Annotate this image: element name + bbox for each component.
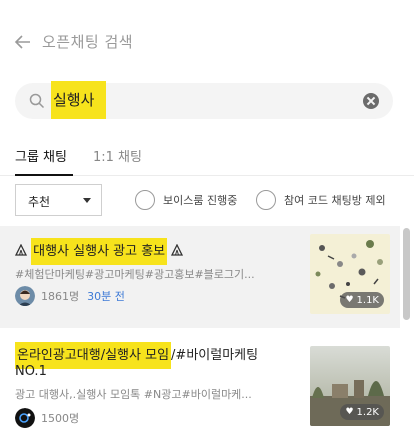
member-count: 1861명 — [41, 290, 80, 303]
tent-icon — [15, 244, 27, 256]
highlighted-name: 대행사 실행사 광고 홍보 — [31, 238, 168, 265]
tab-group-chat[interactable]: 그룹 채팅 — [15, 146, 67, 165]
list-item[interactable]: 대행사 실행사 광고 홍보 #체험단마케팅#광고마케팅#광고홍보#블로그기...… — [0, 226, 400, 328]
search-input[interactable]: 실행사 — [51, 81, 107, 119]
tent-icon — [171, 244, 184, 256]
chat-room-thumbnail: ♥ 1.1K — [310, 234, 390, 314]
chat-room-meta: 1861명 30분 전 — [15, 286, 125, 306]
clear-search-icon[interactable] — [363, 93, 379, 109]
sort-dropdown[interactable]: 추천 — [15, 184, 102, 216]
chat-room-name: 온라인광고대행/실행사 모임/#바이럴마케팅 — [15, 342, 259, 369]
tab-one-to-one-chat[interactable]: 1:1 채팅 — [93, 146, 142, 165]
like-badge: ♥ 1.1K — [340, 292, 384, 308]
voice-room-filter[interactable]: 보이스룸 진행중 — [135, 190, 237, 210]
search-icon — [29, 93, 45, 109]
chat-room-name-line2: NO.1 — [15, 364, 47, 379]
exclude-code-rooms-filter[interactable]: 참여 코드 채팅방 제외 — [256, 190, 386, 210]
radio-circle-icon[interactable] — [256, 190, 276, 210]
tab-bar: 그룹 채팅 1:1 채팅 — [0, 142, 414, 176]
like-count: 1.1K — [356, 294, 379, 306]
like-count: 1.2K — [356, 406, 379, 418]
like-badge: ♥ 1.2K — [340, 404, 384, 420]
radio-circle-icon[interactable] — [135, 190, 155, 210]
sort-value: 추천 — [28, 195, 51, 209]
heart-icon: ♥ — [345, 295, 354, 305]
last-active-time: 30분 전 — [87, 290, 125, 303]
chat-room-name-rest: /#바이럴마케팅 — [171, 348, 259, 363]
scrollbar[interactable] — [403, 228, 410, 320]
voice-room-filter-label: 보이스룸 진행중 — [163, 194, 238, 207]
chevron-down-icon — [83, 198, 91, 203]
chat-room-tags: #체험단마케팅#광고마케팅#광고홍보#블로그기... — [15, 268, 255, 281]
back-arrow-icon[interactable] — [13, 32, 33, 52]
header: 오픈채팅 검색 — [0, 22, 414, 62]
chat-room-thumbnail: ♥ 1.2K — [310, 346, 390, 426]
search-bar[interactable]: 실행사 — [15, 81, 393, 119]
chat-room-name: 대행사 실행사 광고 홍보 — [15, 238, 184, 265]
active-tab-indicator — [15, 174, 73, 176]
member-count: 1500명 — [41, 412, 80, 425]
exclude-code-rooms-label: 참여 코드 채팅방 제외 — [284, 194, 386, 207]
page-title: 오픈채팅 검색 — [42, 33, 134, 51]
avatar — [15, 408, 35, 428]
list-item[interactable]: 온라인광고대행/실행사 모임/#바이럴마케팅 NO.1 광고 대행사,.실행사 … — [0, 332, 400, 444]
heart-icon: ♥ — [345, 407, 354, 417]
chat-room-meta: 1500명 — [15, 408, 79, 428]
avatar — [15, 286, 35, 306]
filter-row: 추천 보이스룸 진행중 참여 코드 채팅방 제외 — [0, 184, 414, 216]
chat-room-description: 광고 대행사,.실행사 모임톡 #N광고#바이럴마케... — [15, 388, 252, 401]
